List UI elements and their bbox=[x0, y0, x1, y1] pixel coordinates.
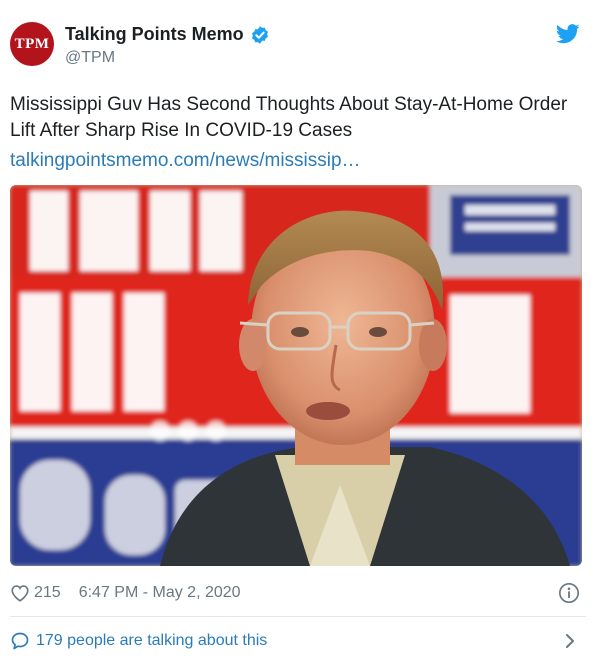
avatar-label: TPM bbox=[14, 35, 50, 52]
avatar[interactable]: TPM bbox=[10, 22, 54, 66]
conversation-text[interactable]: 179 people are talking about this bbox=[36, 632, 267, 650]
conversation-link[interactable]: 179 people are talking about this bbox=[10, 628, 586, 654]
tweet-photo[interactable] bbox=[10, 185, 582, 566]
tweet-header: TPM Talking Points Memo @TPM bbox=[10, 14, 586, 74]
tweet-text: Mississippi Guv Has Second Thoughts Abou… bbox=[10, 94, 568, 141]
heart-icon[interactable] bbox=[10, 584, 30, 602]
tweet-timestamp[interactable]: 6:47 PM - May 2, 2020 bbox=[79, 584, 241, 602]
divider bbox=[10, 616, 586, 617]
author-display-name[interactable]: Talking Points Memo bbox=[65, 24, 244, 45]
like-count[interactable]: 215 bbox=[34, 584, 61, 602]
tweet-meta: 215 6:47 PM - May 2, 2020 bbox=[10, 581, 586, 605]
author-handle[interactable]: @TPM bbox=[65, 49, 270, 67]
tweet-link[interactable]: talkingpointsmemo.com/news/mississip… bbox=[10, 148, 586, 174]
author-names: Talking Points Memo @TPM bbox=[65, 24, 270, 67]
info-icon[interactable] bbox=[558, 582, 580, 604]
chevron-right-icon[interactable] bbox=[564, 632, 576, 650]
twitter-bird-icon[interactable] bbox=[556, 24, 580, 44]
tweet-body: Mississippi Guv Has Second Thoughts Abou… bbox=[10, 92, 586, 174]
photo-illustration bbox=[10, 185, 582, 566]
speech-bubble-icon bbox=[11, 632, 29, 650]
display-name-row: Talking Points Memo bbox=[65, 24, 270, 45]
verified-badge-icon bbox=[251, 25, 268, 44]
embedded-tweet-card: TPM Talking Points Memo @TPM Mississippi… bbox=[0, 0, 596, 659]
